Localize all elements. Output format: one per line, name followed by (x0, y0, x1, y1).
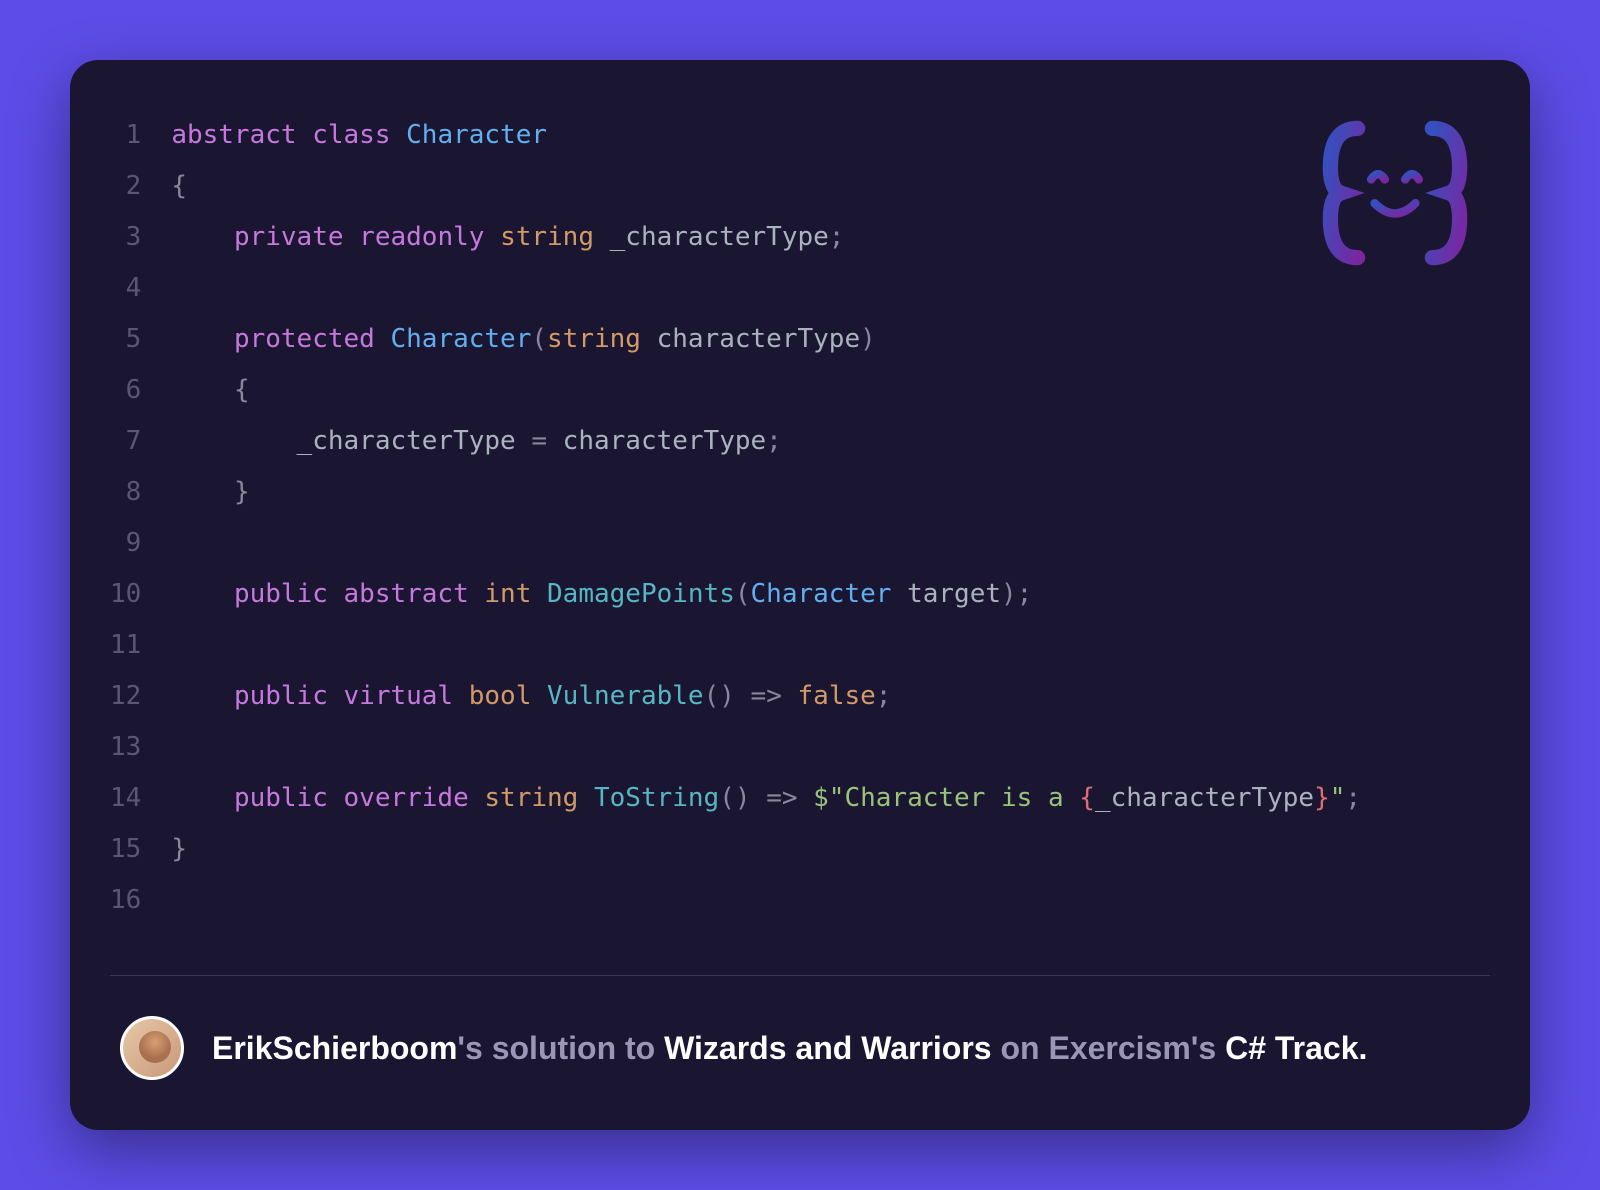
code-content: abstract class Character{ private readon… (171, 110, 1361, 935)
line-number: 3 (110, 212, 141, 263)
code-line: protected Character(string characterType… (171, 314, 1361, 365)
code-line (171, 518, 1361, 569)
line-number: 13 (110, 722, 141, 773)
line-number: 4 (110, 263, 141, 314)
line-number: 6 (110, 365, 141, 416)
line-number: 9 (110, 518, 141, 569)
line-number-gutter: 12345678910111213141516 (110, 110, 171, 935)
line-number: 12 (110, 671, 141, 722)
line-number: 7 (110, 416, 141, 467)
code-line: { (171, 365, 1361, 416)
code-line (171, 263, 1361, 314)
code-line: public virtual bool Vulnerable() => fals… (171, 671, 1361, 722)
code-line (171, 620, 1361, 671)
line-number: 10 (110, 569, 141, 620)
line-number: 16 (110, 875, 141, 926)
line-number: 2 (110, 161, 141, 212)
code-line (171, 722, 1361, 773)
code-line: { (171, 161, 1361, 212)
avatar (120, 1016, 184, 1080)
code-line: public abstract int DamagePoints(Charact… (171, 569, 1361, 620)
author-name: ErikSchierboom (212, 1030, 457, 1066)
code-line: private readonly string _characterType; (171, 212, 1361, 263)
code-line: _characterType = characterType; (171, 416, 1361, 467)
code-line: public override string ToString() => $"C… (171, 773, 1361, 824)
line-number: 11 (110, 620, 141, 671)
track-name: C# Track. (1225, 1030, 1367, 1066)
code-card: 12345678910111213141516 abstract class C… (70, 60, 1530, 1130)
exercise-name: Wizards and Warriors (664, 1030, 991, 1066)
line-number: 8 (110, 467, 141, 518)
code-line: abstract class Character (171, 110, 1361, 161)
line-number: 15 (110, 824, 141, 875)
code-line: } (171, 467, 1361, 518)
attribution-text: ErikSchierboom's solution to Wizards and… (212, 1030, 1367, 1067)
code-line (171, 875, 1361, 926)
code-line: } (171, 824, 1361, 875)
code-viewer: 12345678910111213141516 abstract class C… (70, 60, 1530, 975)
line-number: 5 (110, 314, 141, 365)
line-number: 1 (110, 110, 141, 161)
attribution-footer: ErikSchierboom's solution to Wizards and… (110, 975, 1490, 1130)
line-number: 14 (110, 773, 141, 824)
